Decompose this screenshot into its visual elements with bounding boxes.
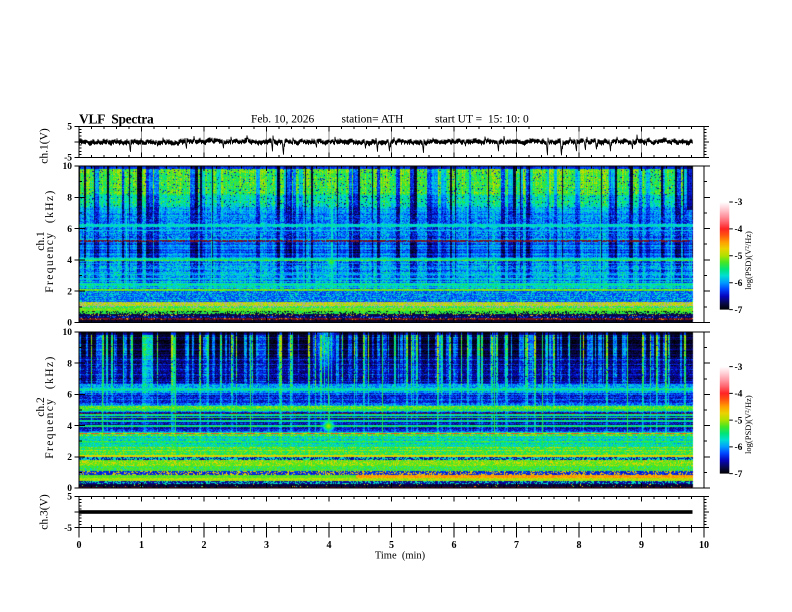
svg-text:6: 6 [452,540,457,551]
svg-text:6: 6 [67,225,72,235]
svg-text:5: 5 [67,123,72,133]
svg-text:8: 8 [67,359,72,369]
svg-text:-5: -5 [735,416,743,426]
svg-text:-4: -4 [735,390,743,400]
svg-text:7: 7 [514,540,519,551]
svg-text:-3: -3 [735,363,743,373]
svg-text:-3: -3 [735,198,743,208]
svg-text:Frequency (kHz): Frequency (kHz) [44,355,56,459]
svg-text:4: 4 [67,256,72,266]
svg-text:2: 2 [67,287,72,297]
svg-text:8: 8 [577,540,582,551]
svg-text:5: 5 [389,540,394,551]
svg-text:5: 5 [67,493,72,503]
svg-text:10: 10 [63,162,73,172]
svg-text:4: 4 [67,422,72,432]
svg-text:-5: -5 [64,524,72,534]
svg-text:0: 0 [77,540,82,551]
svg-text:log(PSD)(V²/Hz): log(PSD)(V²/Hz) [743,395,753,454]
svg-text:2: 2 [67,453,72,463]
svg-text:8: 8 [67,194,72,204]
svg-text:-7: -7 [735,306,743,316]
svg-text:-6: -6 [735,279,743,289]
svg-text:3: 3 [264,540,269,551]
svg-text:-6: -6 [735,443,743,453]
svg-text:4: 4 [327,540,332,551]
svg-text:ch.3(V): ch.3(V) [39,494,51,530]
svg-text:Frequency (kHz): Frequency (kHz) [44,189,56,293]
svg-text:6: 6 [67,391,72,401]
svg-text:station= ATH: station= ATH [342,114,404,126]
svg-text:10: 10 [699,540,709,551]
svg-text:log(PSD)(V²/Hz): log(PSD)(V²/Hz) [743,231,753,290]
svg-text:VLF Spectra: VLF Spectra [79,112,154,127]
svg-text:-5: -5 [735,252,743,262]
svg-text:1: 1 [139,540,144,551]
svg-text:9: 9 [639,540,644,551]
svg-text:-4: -4 [735,225,743,235]
svg-text:-7: -7 [735,470,743,480]
svg-text:Time (min): Time (min) [375,551,426,562]
svg-text:0: 0 [67,319,72,329]
svg-text:10: 10 [63,328,73,338]
svg-text:ch.1(V): ch.1(V) [39,128,51,164]
svg-text:start UT = 15: 10: 0: start UT = 15: 10: 0 [435,114,529,126]
svg-text:2: 2 [202,540,207,551]
svg-text:Feb. 10, 2026: Feb. 10, 2026 [251,114,315,126]
